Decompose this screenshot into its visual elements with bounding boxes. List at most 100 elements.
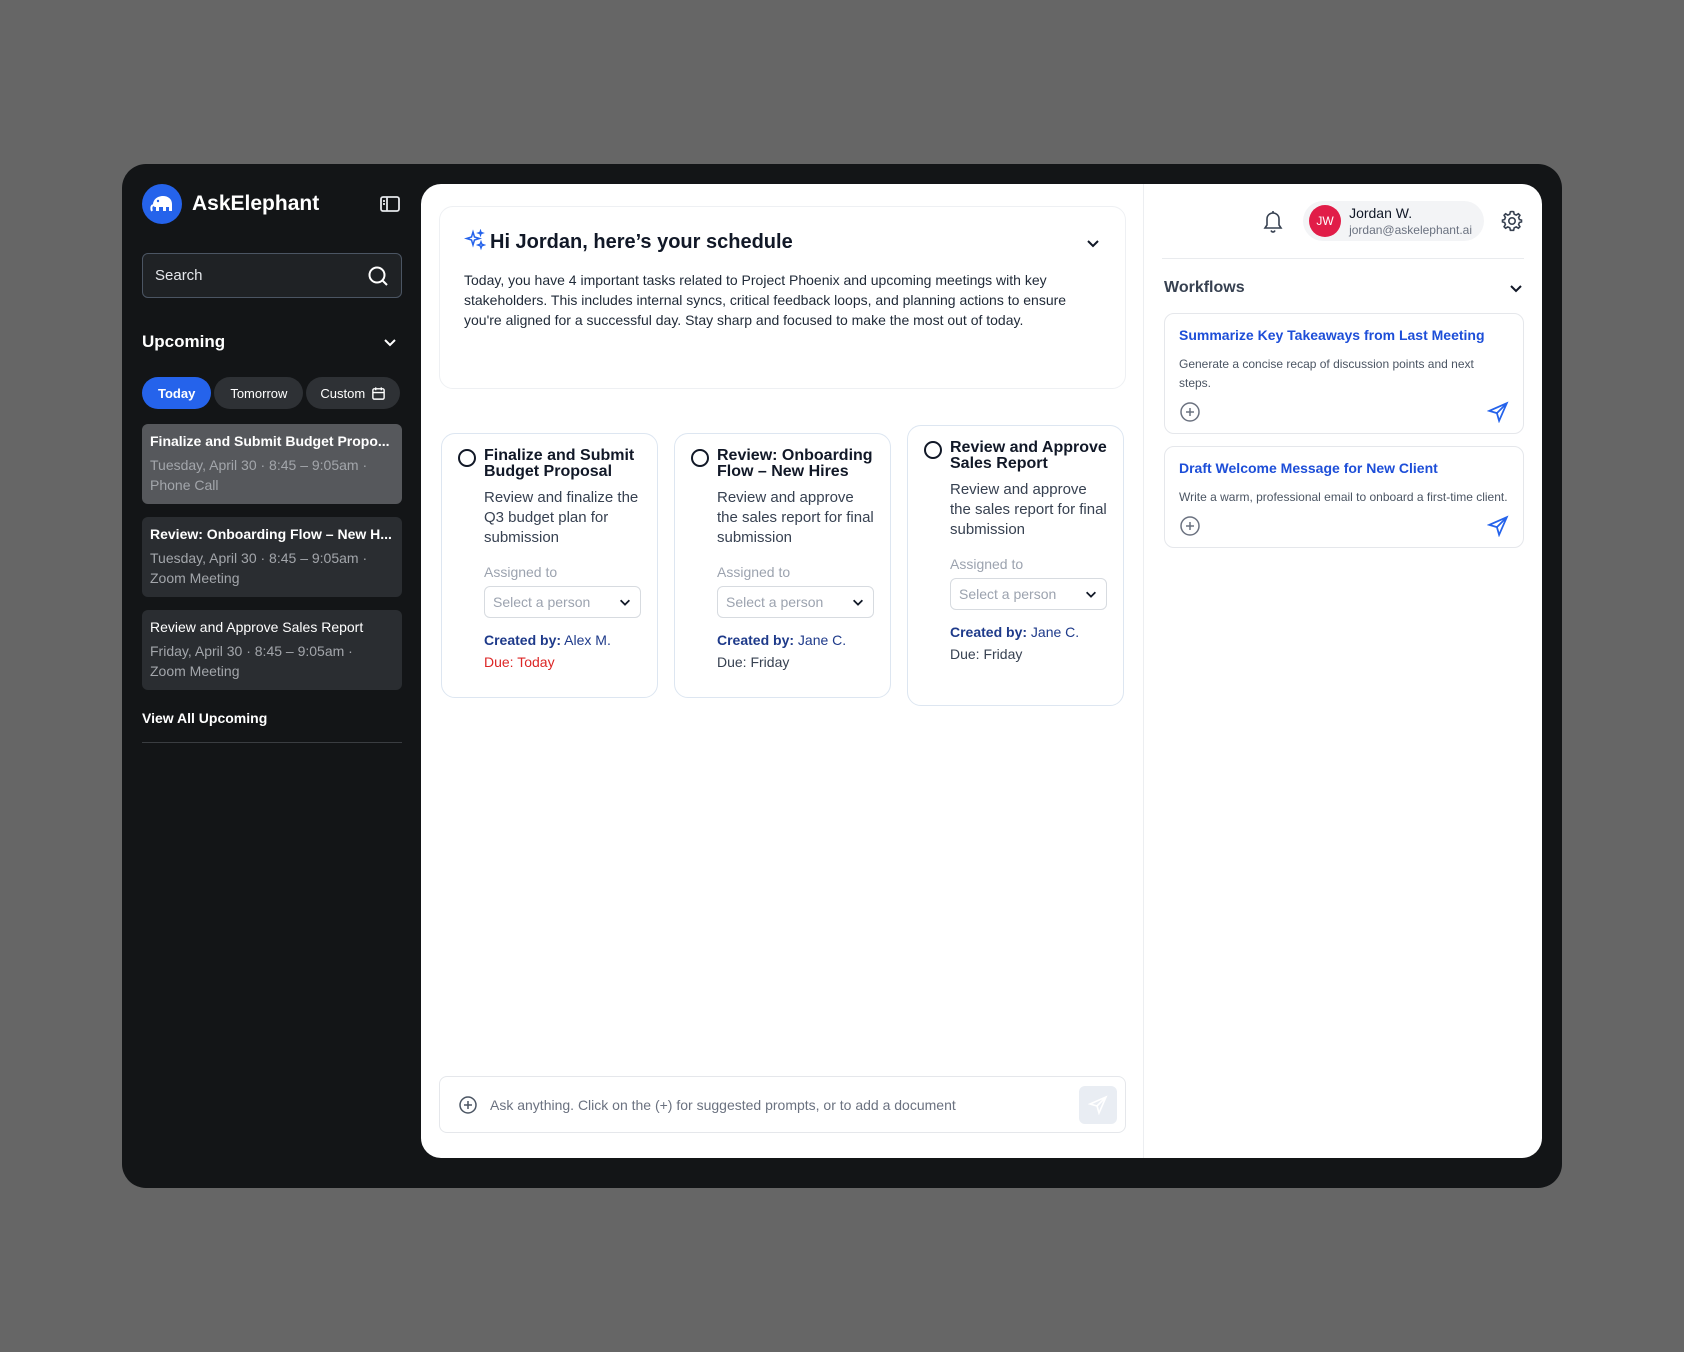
due-date: Due: Today	[484, 654, 643, 670]
assignee-select[interactable]: Select a person	[717, 586, 874, 618]
task-description: Review and finalize the Q3 budget plan f…	[484, 489, 639, 546]
assignee-select[interactable]: Select a person	[950, 578, 1107, 610]
upcoming-title: Upcoming	[142, 332, 226, 351]
task-card: Review and Approve Sales Report Review a…	[907, 425, 1124, 706]
main-panel: Hi Jordan, here’s your schedule Today, y…	[421, 184, 1542, 1158]
schedule-title: Hi Jordan, here’s your schedule	[490, 231, 793, 253]
workflow-name[interactable]: Summarize Key Takeaways from Last Meetin…	[1179, 327, 1509, 343]
filter-today-label: Today	[158, 385, 196, 401]
event-type: Zoom Meeting	[150, 663, 240, 679]
send-icon[interactable]	[1487, 515, 1509, 537]
task-card: Finalize and Submit Budget Proposal Revi…	[441, 433, 658, 698]
search-icon[interactable]	[367, 265, 389, 287]
event-time: Tuesday, April 30 · 8:45 – 9:05am ·	[150, 457, 368, 473]
assignee-placeholder: Select a person	[959, 586, 1057, 602]
task-title: Review: Onboarding Flow – New Hires	[717, 447, 873, 480]
assigned-label: Assigned to	[950, 556, 1024, 572]
assigned-label: Assigned to	[484, 564, 558, 580]
elephant-logo-icon	[142, 184, 182, 224]
avatar: JW	[1309, 205, 1342, 237]
gear-icon[interactable]	[1500, 209, 1524, 233]
chevron-down-icon	[618, 595, 632, 609]
creator-name: Jane C.	[797, 632, 847, 648]
brand: AskElephant	[142, 184, 402, 224]
due-label: Due:	[950, 646, 980, 662]
schedule-area: Hi Jordan, here’s your schedule Today, y…	[421, 184, 1143, 1158]
add-circle-icon[interactable]	[1179, 515, 1201, 537]
task-card: Review: Onboarding Flow – New Hires Revi…	[674, 433, 891, 698]
chevron-down-icon	[1084, 587, 1098, 601]
workflow-card[interactable]: Summarize Key Takeaways from Last Meetin…	[1164, 313, 1524, 434]
send-icon[interactable]	[1487, 401, 1509, 423]
user-name: Jordan W.	[1349, 205, 1413, 221]
sparkle-icon	[464, 228, 486, 251]
sidebar-toggle-icon[interactable]	[378, 192, 402, 216]
add-circle-icon[interactable]	[1179, 401, 1201, 423]
top-bar: JW Jordan W. jordan@askelephant.ai	[1162, 184, 1524, 259]
send-button[interactable]	[1079, 1085, 1117, 1124]
assignee-select[interactable]: Select a person	[484, 586, 641, 618]
search-box	[142, 253, 402, 298]
calendar-icon	[371, 386, 386, 401]
due-label: Due:	[717, 654, 747, 670]
creator-name: Alex M.	[564, 632, 611, 648]
user-menu[interactable]: JW Jordan W. jordan@askelephant.ai	[1303, 201, 1484, 241]
task-complete-checkbox[interactable]	[691, 449, 709, 467]
add-prompt-icon[interactable]	[458, 1095, 478, 1115]
filter-tomorrow[interactable]: Tomorrow	[214, 377, 304, 409]
event-title: Finalize and Submit Budget Propo...	[150, 433, 390, 449]
event-time: Friday, April 30 · 8:45 – 9:05am ·	[150, 643, 353, 659]
created-by-label: Created by:	[950, 624, 1028, 640]
due-date: Due: Friday	[950, 646, 1109, 662]
creator-name: Jane C.	[1030, 624, 1080, 640]
chevron-down-icon[interactable]	[1508, 280, 1524, 296]
workflow-actions	[1179, 401, 1509, 423]
upcoming-event[interactable]: Review and Approve Sales Report Friday, …	[142, 610, 402, 690]
send-icon	[1088, 1094, 1108, 1115]
schedule-summary-card: Hi Jordan, here’s your schedule Today, y…	[439, 206, 1126, 389]
workflow-actions	[1179, 515, 1509, 537]
sidebar: AskElephant Upcoming	[142, 184, 402, 743]
app-window: AskElephant Upcoming	[122, 164, 1562, 1188]
right-panel: JW Jordan W. jordan@askelephant.ai Workf…	[1143, 184, 1542, 1158]
chat-input[interactable]	[490, 1096, 1079, 1113]
chat-composer	[439, 1076, 1126, 1133]
schedule-header: Hi Jordan, here’s your schedule	[464, 228, 1101, 254]
assignee-placeholder: Select a person	[493, 594, 591, 610]
event-time: Tuesday, April 30 · 8:45 – 9:05am ·	[150, 550, 368, 566]
view-all-upcoming-link[interactable]: View All Upcoming	[142, 710, 402, 743]
user-email: jordan@askelephant.ai	[1349, 223, 1472, 237]
workflow-card[interactable]: Draft Welcome Message for New Client Wri…	[1164, 446, 1524, 548]
created-by-label: Created by:	[484, 632, 562, 648]
upcoming-header[interactable]: Upcoming	[142, 332, 402, 352]
task-complete-checkbox[interactable]	[924, 441, 942, 459]
assigned-label: Assigned to	[717, 564, 791, 580]
filter-custom[interactable]: Custom	[306, 377, 401, 409]
bell-icon[interactable]	[1261, 208, 1285, 234]
event-title: Review and Approve Sales Report	[150, 619, 364, 635]
created-by: Created by: Jane C.	[717, 632, 876, 648]
task-title: Review and Approve Sales Report	[950, 439, 1107, 472]
workflow-description: Generate a concise recap of discussion p…	[1179, 357, 1474, 390]
chevron-down-icon[interactable]	[1085, 235, 1101, 251]
task-complete-checkbox[interactable]	[458, 449, 476, 467]
workflows-title: Workflows	[1164, 279, 1245, 296]
created-by: Created by: Alex M.	[484, 632, 643, 648]
search-input[interactable]	[155, 267, 367, 284]
upcoming-event[interactable]: Finalize and Submit Budget Propo... Tues…	[142, 424, 402, 504]
event-title: Review: Onboarding Flow – New H...	[150, 526, 392, 542]
due-value: Friday	[983, 646, 1023, 662]
task-title: Finalize and Submit Budget Proposal	[484, 447, 635, 480]
workflows-header[interactable]: Workflows	[1164, 279, 1524, 297]
upcoming-list: Finalize and Submit Budget Propo... Tues…	[142, 424, 402, 690]
event-type: Zoom Meeting	[150, 570, 240, 586]
due-date: Due: Friday	[717, 654, 876, 670]
workflow-description: Write a warm, professional email to onbo…	[1179, 490, 1508, 504]
chevron-down-icon[interactable]	[382, 334, 398, 350]
chevron-down-icon	[851, 595, 865, 609]
filter-custom-label: Custom	[320, 385, 366, 401]
filter-today[interactable]: Today	[142, 377, 212, 409]
upcoming-event[interactable]: Review: Onboarding Flow – New H... Tuesd…	[142, 517, 402, 597]
workflow-name[interactable]: Draft Welcome Message for New Client	[1179, 460, 1509, 476]
due-value: Friday	[750, 654, 790, 670]
